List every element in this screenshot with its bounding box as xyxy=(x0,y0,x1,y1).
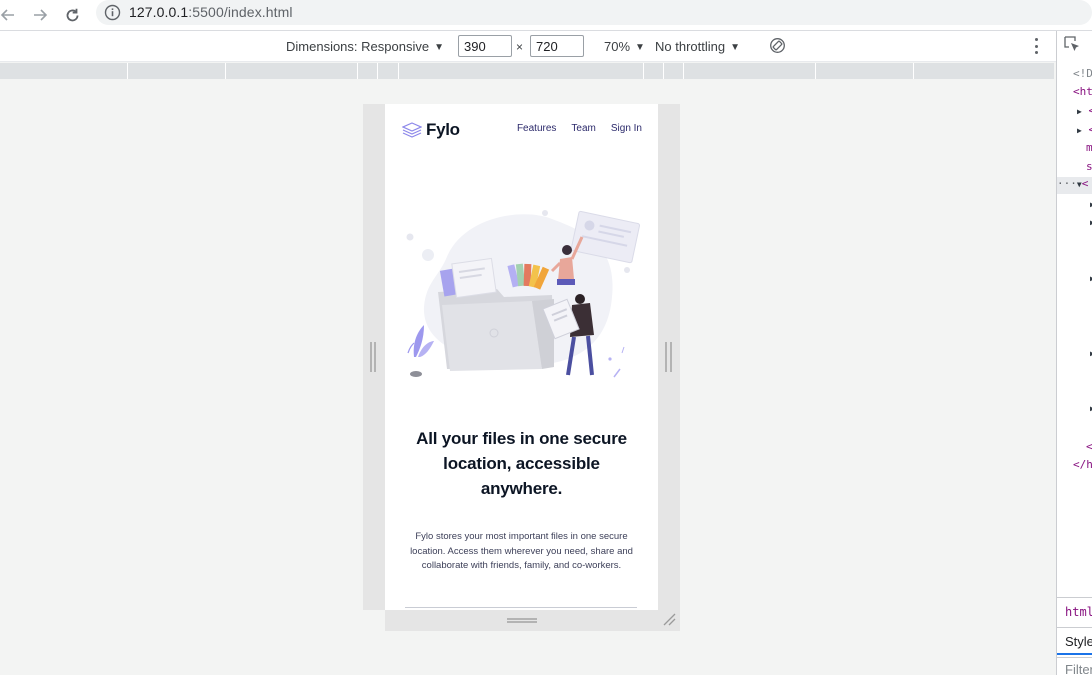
dom-tag: < xyxy=(1081,177,1089,190)
dom-line[interactable]: <!D xyxy=(1073,67,1092,80)
dimensions-dropdown[interactable]: Dimensions: Responsive ▼ xyxy=(286,39,444,54)
dimensions-label: Dimensions: Responsive xyxy=(286,39,430,54)
styles-filter-input[interactable]: Filter xyxy=(1057,657,1092,675)
site-logo[interactable]: Fylo xyxy=(402,120,460,140)
hero-headline: All your files in one secure location, a… xyxy=(416,429,627,498)
resize-handle-bottom[interactable] xyxy=(507,618,537,623)
zoom-dropdown[interactable]: 70% ▼ xyxy=(604,39,645,54)
device-toolbar: Dimensions: Responsive ▼ 390 × 720 70% ▼ N… xyxy=(0,31,1056,62)
site-nav: Features Team Sign In xyxy=(517,123,642,134)
dimension-separator: × xyxy=(516,40,524,54)
hero-description: Fylo stores your most important files in… xyxy=(410,531,633,571)
caret-down-icon: ▼ xyxy=(635,42,645,53)
info-icon[interactable] xyxy=(104,4,121,21)
nav-link-features[interactable]: Features xyxy=(517,123,556,134)
expand-triangle-icon[interactable]: ▶ xyxy=(1077,126,1082,135)
nav-link-sign-in[interactable]: Sign In xyxy=(611,123,642,134)
dom-line[interactable]: ▶ < xyxy=(1077,123,1092,136)
dom-line[interactable]: s xyxy=(1086,160,1092,173)
tab-styles[interactable]: Style xyxy=(1057,627,1092,655)
devtools-panel: <!D <ht ▶ < ▶ < m s ···▼< ▶ ▶ ▶ ▶ ▶ < </… xyxy=(1056,31,1092,675)
ellipsis-icon[interactable]: ··· xyxy=(1057,177,1077,190)
throttle-label: No throttling xyxy=(655,39,726,54)
address-bar[interactable]: 127.0.0.1:5500/index.html xyxy=(96,0,1092,25)
more-options-icon[interactable] xyxy=(1030,38,1042,54)
width-input[interactable]: 390 xyxy=(458,35,512,57)
reload-icon[interactable] xyxy=(60,3,84,27)
zoom-label: 70% xyxy=(604,39,631,54)
browser-toolbar: 127.0.0.1:5500/index.html xyxy=(0,0,1092,31)
nav-link-team[interactable]: Team xyxy=(571,123,595,134)
dom-line[interactable]: < xyxy=(1086,440,1092,453)
back-arrow-icon[interactable] xyxy=(0,3,20,27)
logo-stack-icon xyxy=(402,122,422,138)
resize-handle-right[interactable] xyxy=(665,342,672,372)
email-input-partial[interactable] xyxy=(405,607,637,610)
url-text: 127.0.0.1:5500/index.html xyxy=(129,4,293,20)
resize-handle-left[interactable] xyxy=(370,342,376,372)
caret-down-icon: ▼ xyxy=(730,42,740,53)
resize-corner-icon[interactable] xyxy=(662,612,676,626)
throttle-dropdown[interactable]: No throttling ▼ xyxy=(655,39,740,54)
expand-triangle-icon[interactable]: ▶ xyxy=(1077,107,1082,116)
page-viewport: Fylo Features Team Sign In All your file… xyxy=(385,104,658,610)
dom-line[interactable]: ▶ < xyxy=(1077,104,1092,117)
url-host: 127.0.0.1 xyxy=(129,4,189,20)
inspect-element-icon[interactable] xyxy=(1063,35,1081,53)
dom-tag: < xyxy=(1088,123,1092,136)
dom-line[interactable]: m xyxy=(1086,141,1092,154)
dom-line[interactable]: </h xyxy=(1073,458,1092,471)
caret-down-icon: ▼ xyxy=(434,42,444,53)
forward-arrow-icon[interactable] xyxy=(28,3,52,27)
dom-tag: < xyxy=(1088,104,1092,117)
url-path: :5500/index.html xyxy=(188,4,293,20)
hero-illustration xyxy=(406,210,641,378)
logo-text: Fylo xyxy=(426,120,460,139)
media-query-ruler[interactable] xyxy=(0,63,1054,79)
height-input[interactable]: 720 xyxy=(530,35,584,57)
dom-line[interactable]: <ht xyxy=(1073,85,1092,98)
dom-breadcrumb[interactable]: html xyxy=(1057,597,1092,627)
rotate-icon[interactable] xyxy=(769,37,786,54)
dom-line-selected[interactable]: ···▼< xyxy=(1057,177,1092,194)
